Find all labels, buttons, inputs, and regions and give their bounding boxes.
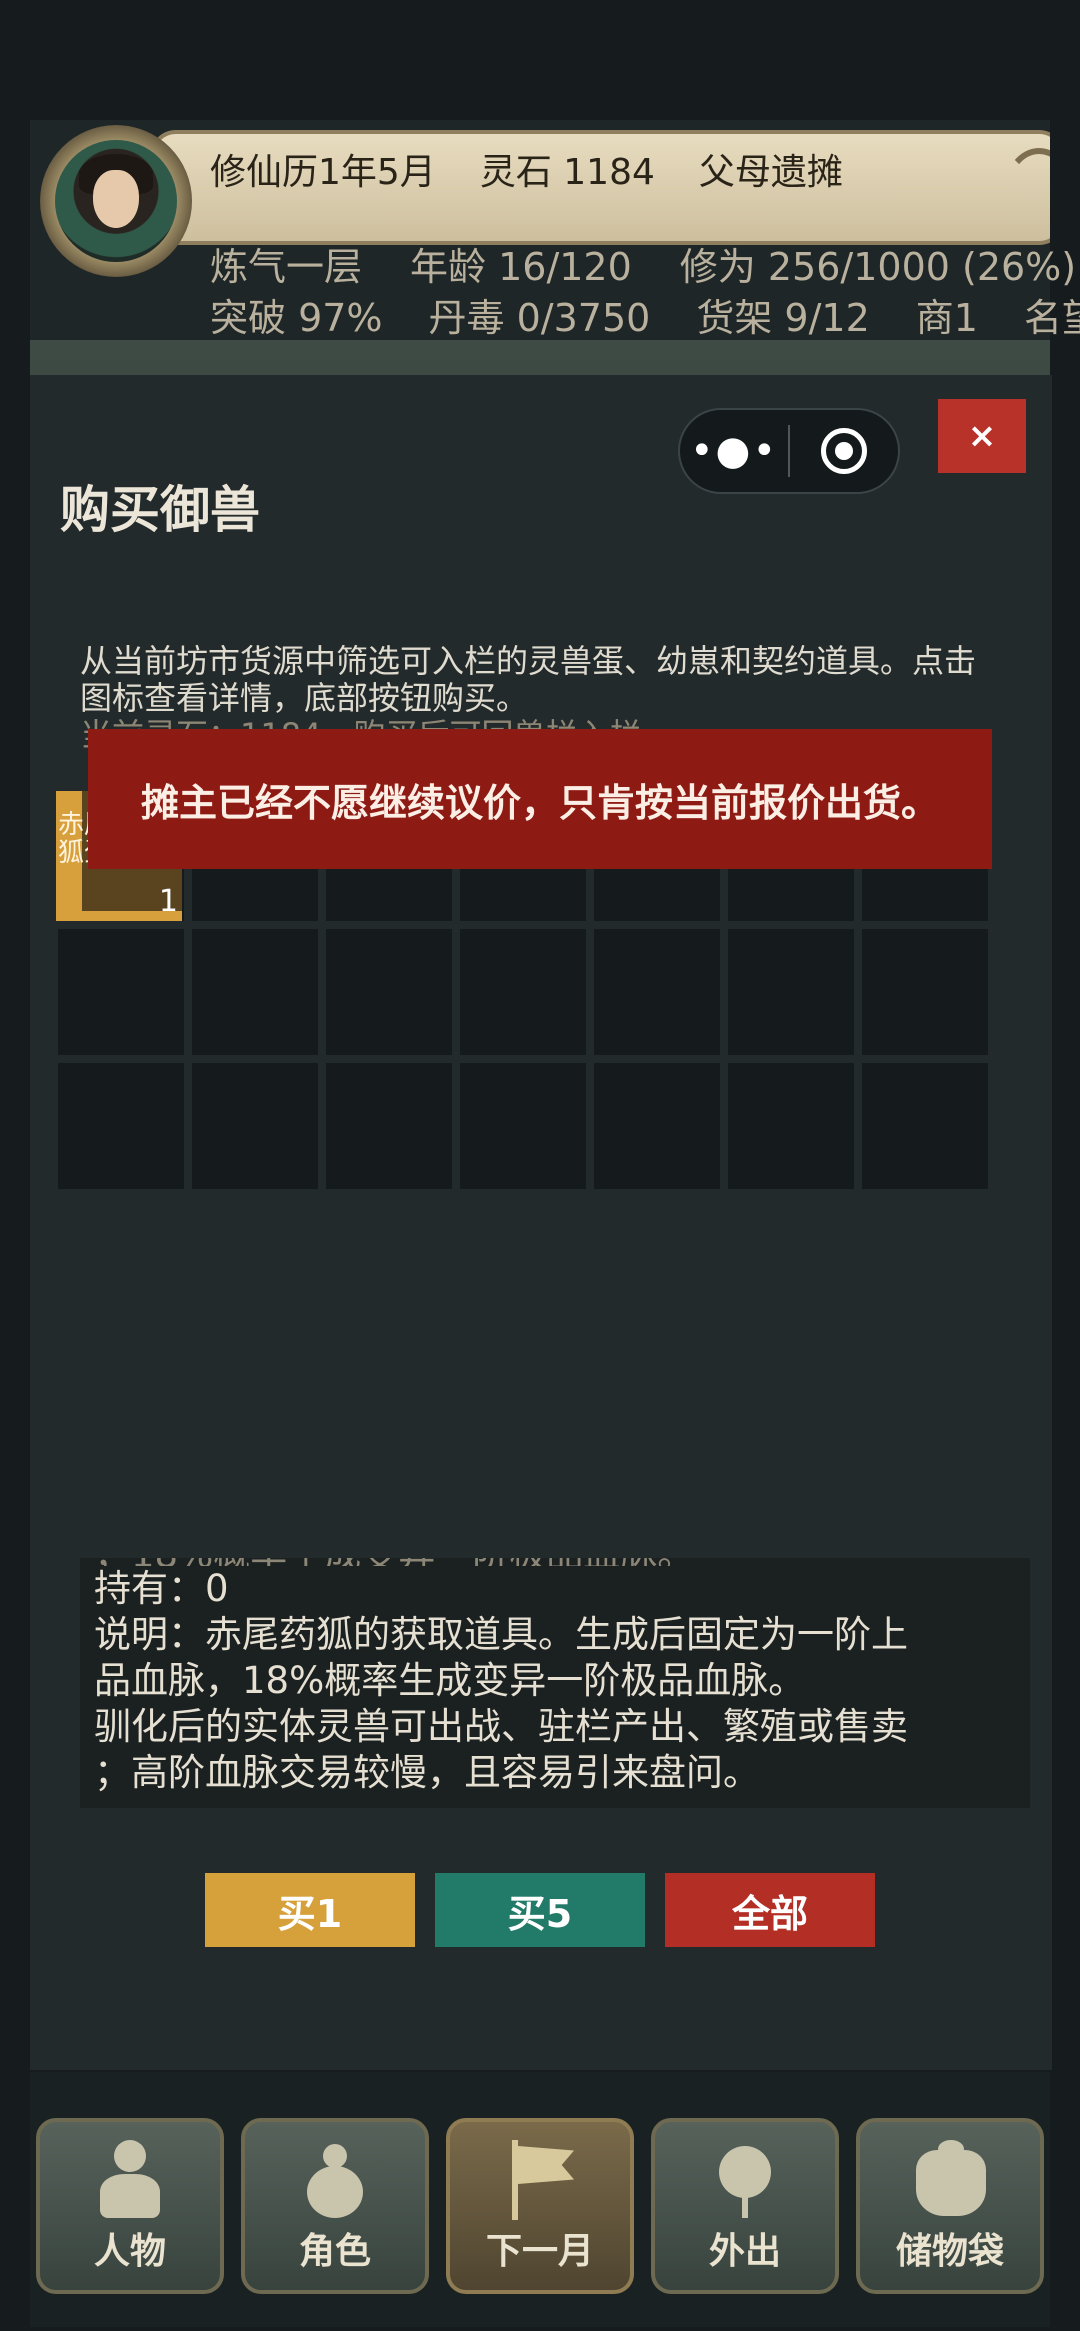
spirit-stone-count: 灵石 1184 [479, 152, 655, 193]
item-slot[interactable] [326, 1063, 452, 1189]
item-slot[interactable] [728, 1063, 854, 1189]
purchase-buttons: 买1 买5 全部 [205, 1873, 875, 1947]
pill-toxin-label: 丹毒 0/3750 [428, 296, 651, 340]
avatar[interactable] [55, 140, 177, 262]
owned-count: 持有：0 [94, 1567, 229, 1610]
mini-program-capsule: •●• [678, 408, 900, 494]
description-line: 图标查看详情，底部按钮购买。 [80, 679, 529, 717]
lotus-icon [707, 2140, 783, 2218]
item-slot[interactable] [192, 929, 318, 1055]
flag-icon [502, 2140, 578, 2220]
item-slot[interactable] [58, 929, 184, 1055]
toast-message: 摊主已经不愿继续议价，只肯按当前报价出货。 [88, 729, 992, 869]
buy-beast-modal: 购买御兽 •●• × 从当前坊市货源中筛选可入栏的灵兽蛋、幼崽和契约道具。点击 … [30, 375, 1052, 2070]
item-slot[interactable] [594, 1063, 720, 1189]
item-slot[interactable] [594, 929, 720, 1055]
nav-storage-bag[interactable]: 储物袋 [856, 2118, 1044, 2294]
detail-text: ；18%概率生成变异一阶极品血脉。 持有：0 说明：赤尾药狐的获取道具。生成后固… [94, 1558, 1024, 1796]
shelf-label: 货架 9/12 [696, 296, 870, 340]
item-slot[interactable] [862, 929, 988, 1055]
gourd-icon [297, 2140, 373, 2218]
item-slot[interactable] [460, 929, 586, 1055]
location-name: 父母遗摊 [698, 152, 843, 193]
nav-next-month[interactable]: 下一月 [446, 2118, 634, 2294]
person-icon [92, 2140, 168, 2218]
detail-line: 说明：赤尾药狐的获取道具。生成后固定为一阶上 [94, 1613, 908, 1656]
item-slot[interactable] [326, 929, 452, 1055]
item-slot[interactable] [460, 1063, 586, 1189]
realm-label: 炼气一层 [210, 245, 363, 289]
exit-target-icon[interactable] [790, 428, 898, 474]
target-ring-icon [820, 428, 867, 474]
reputation-label: 名望 [1023, 296, 1080, 340]
cultivation-label: 修为 256/1000 (26%) [679, 245, 1077, 289]
nav-label: 角色 [298, 2231, 371, 2272]
description-line: 从当前坊市货源中筛选可入栏的灵兽蛋、幼崽和契约道具。点击 [80, 642, 977, 680]
detail-line: 驯化后的实体灵兽可出战、驻栏产出、繁殖或售卖 [94, 1705, 908, 1748]
detail-line: 品血脉，18%概率生成变异一阶极品血脉。 [94, 1659, 806, 1702]
item-slot[interactable] [862, 1063, 988, 1189]
nav-go-out[interactable]: 外出 [651, 2118, 839, 2294]
detail-cut-line: ；18%概率生成变异一阶极品血脉。 [94, 1558, 1024, 1566]
detail-line: ；高阶血脉交易较慢，且容易引来盘问。 [94, 1751, 760, 1794]
breakthrough-label: 突破 97% [210, 296, 383, 340]
nav-label: 人物 [93, 2231, 166, 2272]
nav-label: 外出 [708, 2231, 781, 2272]
item-slot[interactable] [58, 1063, 184, 1189]
item-slot[interactable] [728, 929, 854, 1055]
nav-label: 储物袋 [895, 2231, 1004, 2272]
nav-character[interactable]: 人物 [36, 2118, 224, 2294]
avatar-face [93, 170, 139, 228]
item-count: 1 [158, 884, 178, 919]
bag-icon [912, 2140, 988, 2218]
merchant-label: 商1 [915, 296, 978, 340]
buy-five-button[interactable]: 买5 [435, 1873, 645, 1947]
bottom-nav: 人物 角色 下一月 外出 储物袋 [30, 2072, 1050, 2327]
nav-role[interactable]: 角色 [241, 2118, 429, 2294]
item-detail-panel[interactable]: ；18%概率生成变异一阶极品血脉。 持有：0 说明：赤尾药狐的获取道具。生成后固… [80, 1558, 1030, 1808]
buy-all-button[interactable]: 全部 [665, 1873, 875, 1947]
target-dot-icon [834, 442, 853, 460]
hud-stats-row: 炼气一层 年龄 16/120 修为 256/1000 (26%) [210, 236, 1076, 291]
modal-title: 购买御兽 [60, 481, 260, 539]
hud-top-row: 修仙历1年5月 灵石 1184 父母遗摊 [210, 143, 843, 195]
buy-one-button[interactable]: 买1 [205, 1873, 415, 1947]
item-slot[interactable] [192, 1063, 318, 1189]
calendar-date: 修仙历1年5月 [210, 152, 436, 193]
hud-stats-row-2: 突破 97% 丹毒 0/3750 货架 9/12 商1 名望 [210, 287, 1080, 342]
age-label: 年龄 16/120 [410, 245, 632, 289]
close-button[interactable]: × [938, 399, 1026, 473]
more-menu-icon[interactable]: •●• [680, 428, 788, 474]
nav-label: 下一月 [485, 2231, 594, 2272]
